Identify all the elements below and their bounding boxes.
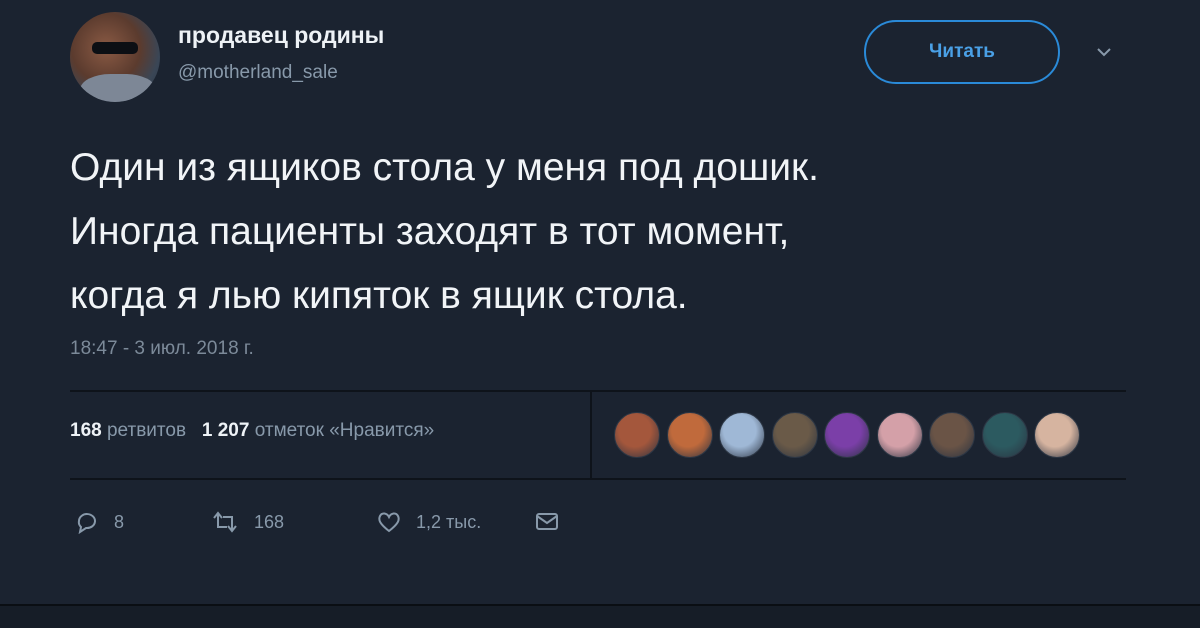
likes-count: 1 207 <box>201 420 250 441</box>
tweet-line: Один из ящиков стола у меня под дошик. <box>70 146 819 189</box>
follow-button[interactable]: Читать <box>864 20 1060 84</box>
tweet-actions: 8 168 1,2 тыс. <box>74 510 594 540</box>
chevron-down-icon[interactable] <box>1096 44 1112 60</box>
tweet-stats: 168 ретвитов 1 207 отметок «Нравится» <box>70 420 434 442</box>
tweet-text: Один из ящиков стола у меня под дошик. И… <box>70 136 1130 328</box>
liker-avatar[interactable] <box>981 412 1028 458</box>
envelope-icon <box>536 513 558 530</box>
retweets-stat[interactable]: 168 ретвитов <box>70 420 186 441</box>
stats-separator <box>590 392 592 480</box>
next-tweet-strip <box>0 606 1200 628</box>
liker-avatar[interactable] <box>876 412 923 458</box>
like-count: 1,2 тыс. <box>416 511 482 532</box>
avatar-glasses <box>92 42 138 54</box>
reply-action[interactable]: 8 <box>74 510 124 534</box>
liker-avatar[interactable] <box>929 412 975 458</box>
likes-stat[interactable]: 1 207 отметок «Нравится» <box>202 420 434 441</box>
likes-label: отметок «Нравится» <box>254 420 435 441</box>
liker-avatar[interactable] <box>824 412 870 458</box>
liker-avatar[interactable] <box>771 412 818 458</box>
liker-avatar[interactable] <box>719 412 765 458</box>
divider-bottom <box>70 478 1126 480</box>
author-handle[interactable]: @motherland_sale <box>178 62 338 84</box>
heart-icon <box>378 512 400 533</box>
liker-avatar[interactable] <box>1034 412 1080 458</box>
like-action[interactable]: 1,2 тыс. <box>376 510 481 534</box>
divider-top <box>70 390 1126 392</box>
likers-avatars <box>614 412 1087 458</box>
retweets-count: 168 <box>70 420 102 441</box>
retweet-count: 168 <box>254 511 285 532</box>
author-display-name[interactable]: продавец родины <box>178 22 384 49</box>
tweet-timestamp[interactable]: 18:47 - 3 июл. 2018 г. <box>70 338 254 360</box>
reply-icon <box>77 513 96 534</box>
avatar-shirt <box>80 74 156 102</box>
message-action[interactable] <box>534 510 574 534</box>
reply-count: 8 <box>114 511 125 532</box>
tweet-line: когда я лью кипяток в ящик стола. <box>70 274 688 317</box>
tweet-line: Иногда пациенты заходят в тот момент, <box>70 210 790 253</box>
retweet-action[interactable]: 168 <box>210 510 284 534</box>
liker-avatar[interactable] <box>666 412 713 458</box>
retweets-label: ретвитов <box>106 420 187 441</box>
author-avatar[interactable] <box>70 12 160 102</box>
liker-avatar[interactable] <box>614 412 660 458</box>
retweet-icon <box>213 511 237 533</box>
